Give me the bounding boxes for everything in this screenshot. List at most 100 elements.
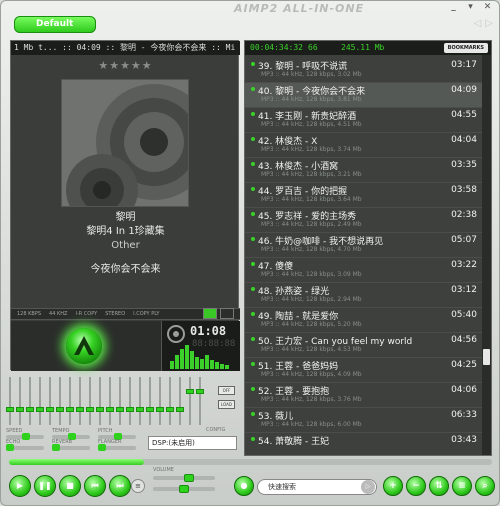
playlist-row[interactable]: 54. 萧敬腾 - 王妃 03:43 — [245, 433, 483, 455]
app-title: AIMP2 ALL-IN-ONE — [234, 2, 365, 15]
eq-band-slider[interactable] — [66, 377, 74, 425]
eq-band-slider[interactable] — [56, 377, 64, 425]
playlist-row[interactable]: 39. 黎明 - 呼吸不说谎 MP3 :: 44 kHz, 128 kbps, 3… — [245, 58, 483, 83]
playlist-row[interactable]: 49. 陶喆 - 就是爱你 MP3 :: 44 kHz, 128 kbps, 5.… — [245, 308, 483, 333]
time-display[interactable]: 01:08 88:88:88 — [161, 321, 240, 371]
eq-band-slider[interactable] — [186, 377, 194, 425]
seek-progress — [9, 459, 145, 465]
playlist-menu-button[interactable]: ≡ — [452, 476, 472, 496]
search-input[interactable]: 快速搜索 — [257, 479, 377, 495]
flag-stereo: STEREO — [105, 311, 126, 317]
row-bullet-icon — [251, 262, 255, 266]
row-duration: 05:40 — [451, 310, 477, 320]
bookmarks-button[interactable]: BOOKMARKS — [443, 43, 488, 53]
row-bullet-icon — [251, 312, 255, 316]
eq-band-slider[interactable] — [176, 377, 184, 425]
row-meta: MP3 :: 44 kHz, 128 kbps, 3.21 Mb — [261, 171, 362, 178]
minimize-button[interactable]: _ — [448, 2, 459, 12]
next-button[interactable]: ⏭ — [109, 475, 131, 497]
playlist-row[interactable]: 40. 黎明 - 今夜你会不会来 MP3 :: 44 kHz, 128 kbps,… — [245, 83, 483, 108]
seek-bar[interactable] — [9, 459, 492, 465]
search-go-icon[interactable]: ▷ — [361, 480, 375, 494]
eq-load-button[interactable]: LOAD — [218, 400, 235, 409]
balance-knob[interactable] — [179, 485, 189, 493]
volume-knob[interactable] — [184, 474, 194, 482]
eq-band-slider[interactable] — [16, 377, 24, 425]
eject-button[interactable]: ≡ — [131, 479, 145, 493]
playlist-row[interactable]: 44. 罗百吉 - 你的把握 MP3 :: 44 kHz, 128 kbps, 3… — [245, 183, 483, 208]
playlist-row[interactable]: 48. 孙燕姿 - 绿光 MP3 :: 44 kHz, 128 kbps, 2.9… — [245, 283, 483, 308]
eq-band-slider[interactable] — [36, 377, 44, 425]
remove-file-button[interactable]: − — [406, 476, 426, 496]
row-bullet-icon — [251, 162, 255, 166]
eq-band-slider[interactable] — [136, 377, 144, 425]
eq-off-button[interactable]: OFF — [218, 386, 235, 395]
flag-copy-play: I.COPY PLY — [133, 311, 160, 317]
playlist-row[interactable]: 41. 李玉刚 - 新贵妃醉酒 MP3 :: 44 kHz, 128 kbps, … — [245, 108, 483, 133]
previous-button[interactable]: ⏮ — [84, 475, 106, 497]
row-meta: MP3 :: 44 kHz, 128 kbps, 3.64 Mb — [261, 196, 362, 203]
scrollbar-thumb[interactable] — [483, 349, 490, 365]
lock-icon[interactable]: ● — [234, 476, 254, 496]
playlist-rows: 39. 黎明 - 呼吸不说谎 MP3 :: 44 kHz, 128 kbps, 3… — [245, 58, 483, 455]
stop-button[interactable]: ■ — [59, 475, 81, 497]
tab-default[interactable]: Default — [14, 16, 96, 33]
eq-buttons: OFF LOAD — [218, 386, 235, 414]
next-playlist-icon[interactable]: ▷ — [485, 18, 493, 29]
eq-band-slider[interactable] — [156, 377, 164, 425]
menu-button[interactable]: ▾ — [465, 2, 476, 12]
sort-button[interactable]: ⇅ — [429, 476, 449, 496]
aimp-logo-icon[interactable] — [66, 328, 102, 364]
row-bullet-icon — [251, 287, 255, 291]
eq-band-slider[interactable] — [96, 377, 104, 425]
row-bullet-icon — [251, 437, 255, 441]
eq-band-slider[interactable] — [196, 377, 204, 425]
scrolling-info: 1 Mb t... :: 04:09 :: 黎明 - 今夜你会不会来 :: Mi — [11, 41, 240, 55]
playlist-row[interactable]: 47. 傻傻 MP3 :: 44 kHz, 128 kbps, 3.09 Mb 03… — [245, 258, 483, 283]
fx-echo[interactable]: ECHO — [6, 439, 46, 459]
track-title: 今夜你会不会来 — [90, 264, 161, 275]
playlist-row[interactable]: 45. 罗志祥 - 爱的主场秀 MP3 :: 44 kHz, 128 kbps, … — [245, 208, 483, 233]
layout-toggle[interactable] — [220, 308, 234, 319]
playlist-row[interactable]: 42. 林俊杰 - X MP3 :: 44 kHz, 128 kbps, 3.74… — [245, 133, 483, 158]
fx-reverb[interactable]: REVERB — [52, 439, 92, 459]
logo-area — [11, 321, 161, 371]
dsp-field[interactable]: DSP:(未启用) — [148, 436, 237, 450]
playlist-row[interactable]: 52. 王蓉 - 要抱抱 MP3 :: 44 kHz, 128 kbps, 3.7… — [245, 383, 483, 408]
row-meta: MP3 :: 44 kHz, 128 kbps, 3.81 Mb — [261, 96, 362, 103]
playlist-row[interactable]: 43. 林俊杰 - 小酒窝 MP3 :: 44 kHz, 128 kbps, 3.… — [245, 158, 483, 183]
fx-flanger[interactable]: FLANGER — [98, 439, 138, 459]
track-artist: 黎明 — [115, 212, 136, 223]
eq-band-slider[interactable] — [116, 377, 124, 425]
pause-button[interactable]: ❚❚ — [34, 475, 56, 497]
playlist-row[interactable]: 50. 王力宏 - Can you feel my world MP3 :: 44… — [245, 333, 483, 358]
row-meta: MP3 :: 44 kHz, 128 kbps, 3.02 Mb — [261, 71, 362, 78]
row-meta: MP3 :: 44 kHz, 128 kbps, 5.20 Mb — [261, 321, 362, 328]
track-info: 黎明 黎明4 In 1珍藏集 Other 今夜你会不会来 — [11, 211, 240, 277]
eq-band-slider[interactable] — [126, 377, 134, 425]
eq-band-slider[interactable] — [106, 377, 114, 425]
eq-band-slider[interactable] — [46, 377, 54, 425]
prev-playlist-icon[interactable]: ◁ — [474, 18, 482, 29]
playlist-scrollbar[interactable] — [482, 55, 491, 455]
row-duration: 04:25 — [451, 360, 477, 370]
rating-stars[interactable]: ★★★★★ — [11, 59, 240, 72]
eq-band-slider[interactable] — [166, 377, 174, 425]
eq-band-slider[interactable] — [26, 377, 34, 425]
playlist-row[interactable]: 46. 牛奶@咖啡 - 我不想说再见 MP3 :: 44 kHz, 128 kbp… — [245, 233, 483, 258]
title-bar[interactable]: Default AIMP2 ALL-IN-ONE _ ▾ ✕ ◁ ▷ — [1, 1, 499, 37]
eq-band-slider[interactable] — [86, 377, 94, 425]
search-icon[interactable]: ⌕ — [475, 476, 495, 496]
row-meta: MP3 :: 44 kHz, 128 kbps, 4.53 Mb — [261, 346, 362, 353]
eq-band-slider[interactable] — [6, 377, 14, 425]
eq-band-slider[interactable] — [76, 377, 84, 425]
row-meta: MP3 :: 44 kHz, 128 kbps, 4.70 Mb — [261, 246, 362, 253]
visualization-toggle[interactable] — [203, 308, 217, 319]
playlist-row[interactable]: 51. 王蓉 - 爸爸妈妈 MP3 :: 44 kHz, 128 kbps, 4.… — [245, 358, 483, 383]
add-file-button[interactable]: + — [383, 476, 403, 496]
eq-band-slider[interactable] — [146, 377, 154, 425]
playlist-row[interactable]: 53. 薇儿 MP3 :: 44 kHz, 128 kbps, 6.00 Mb 06… — [245, 408, 483, 433]
close-button[interactable]: ✕ — [482, 2, 493, 12]
play-button[interactable]: ▶ — [9, 475, 31, 497]
row-duration: 03:35 — [451, 160, 477, 170]
